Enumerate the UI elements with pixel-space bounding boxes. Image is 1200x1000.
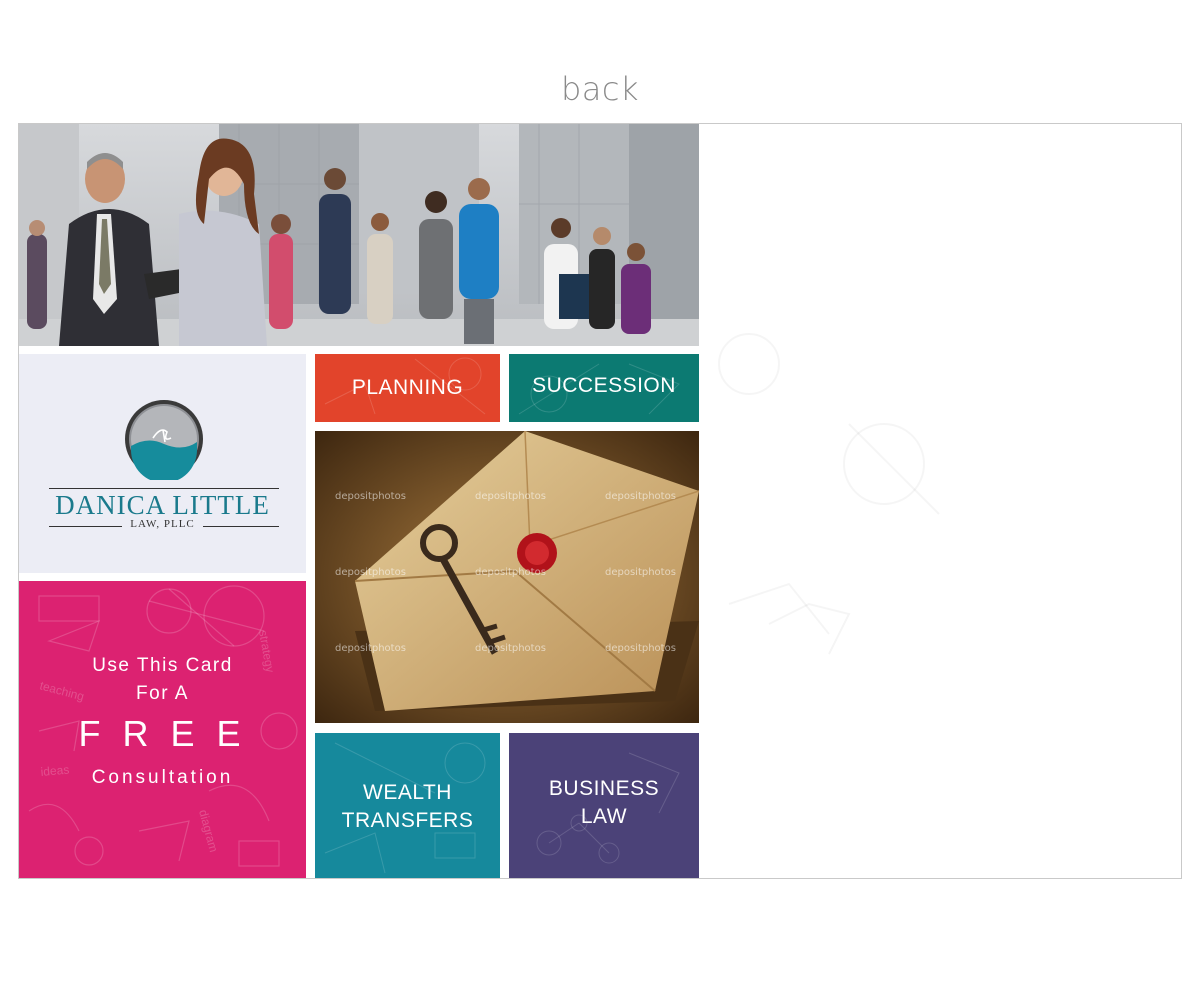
faint-background-sketch [718, 333, 940, 655]
business-label: BUSINESS [548, 777, 660, 800]
watermark-text: depositphotos [335, 567, 406, 578]
watermark-text: depositphotos [605, 567, 676, 578]
watermark-text: depositphotos [475, 643, 546, 654]
watermark-text: depositphotos [605, 643, 676, 654]
law-label: LAW [580, 805, 628, 828]
view-caption: back [560, 70, 640, 108]
envelope-key-photo: depositphotos depositphotos depositphoto… [315, 431, 699, 723]
logo-panel: DANICA LITTLE LAW, PLLC [19, 354, 306, 573]
business-law-tile: BUSINESS LAW [509, 733, 699, 878]
planning-label: PLANNING [351, 376, 464, 399]
planning-tile: PLANNING [315, 354, 500, 422]
succession-label: SUCCESSION [532, 374, 676, 397]
wealth-transfers-tile: WEALTH TRANSFERS [315, 733, 500, 878]
transfers-label: TRANSFERS [341, 809, 474, 832]
sketch-pattern [324, 742, 486, 874]
promo-consultation: Consultation [91, 767, 234, 788]
law-firm-logo [125, 400, 203, 480]
promo-free: F R E E [78, 713, 247, 754]
watermark-text: depositphotos [335, 643, 406, 654]
brand-subtitle-text: LAW, PLLC [122, 518, 203, 530]
free-consultation-panel: teaching ideas strategy diagram Use This… [19, 581, 306, 878]
people-photo [19, 124, 699, 346]
svg-text:diagram: diagram [196, 808, 221, 854]
promo-line-1: Use This Card [92, 655, 233, 676]
brand-subtitle: LAW, PLLC [19, 518, 306, 530]
wealth-label: WEALTH [363, 781, 452, 804]
card-back-design: DANICA LITTLE LAW, PLLC teaching ideas s… [19, 124, 699, 878]
brand-name: DANICA LITTLE [55, 490, 270, 520]
card-frame: DANICA LITTLE LAW, PLLC teaching ideas s… [18, 123, 1182, 879]
watermark-text: depositphotos [475, 567, 546, 578]
watermark-text: depositphotos [475, 491, 546, 502]
watermark-text: depositphotos [335, 491, 406, 502]
watermark-text: depositphotos [605, 491, 676, 502]
promo-line-2: For A [136, 683, 189, 704]
succession-tile: SUCCESSION [509, 354, 699, 422]
